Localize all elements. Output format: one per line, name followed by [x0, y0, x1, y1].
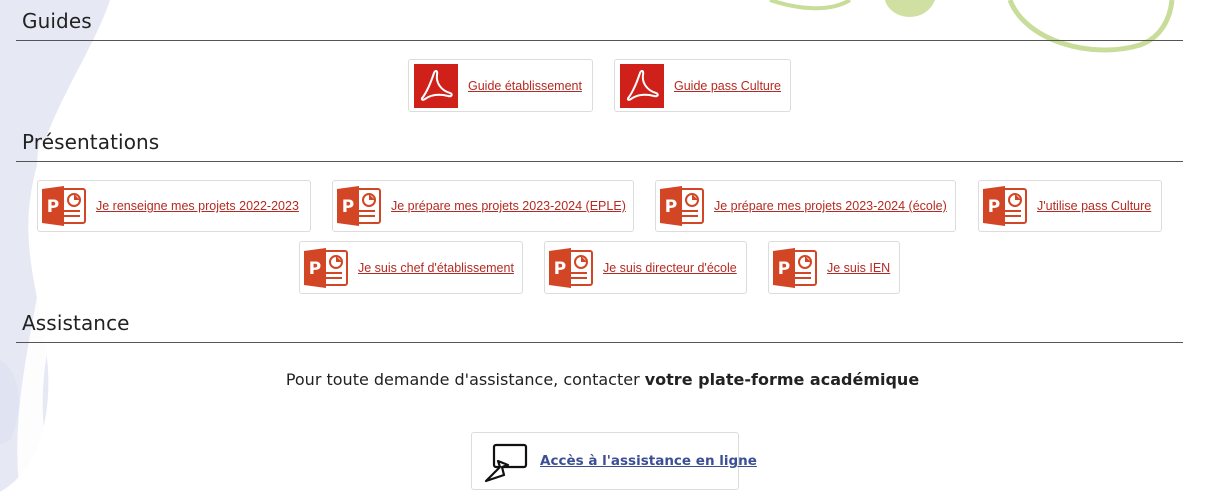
presentation-card-prepare-eple[interactable]: P Je prépare mes projets 2023-2024 (EPLE… [332, 180, 634, 232]
online-assistance-button[interactable]: Accès à l'assistance en ligne [471, 432, 757, 490]
powerpoint-icon: P [983, 186, 1027, 226]
assistance-message: Pour toute demande d'assistance, contact… [0, 370, 1205, 389]
online-assistance-link[interactable]: Accès à l'assistance en ligne [540, 453, 757, 469]
guide-card-etablissement[interactable]: Guide établissement [408, 59, 593, 112]
svg-text:P: P [778, 259, 790, 279]
presentation-link-chef-etablissement[interactable]: Je suis chef d'établissement [358, 261, 514, 275]
powerpoint-icon: P [42, 186, 86, 226]
svg-text:P: P [554, 259, 566, 279]
section-title-guides: Guides [22, 9, 92, 33]
presentation-card-renseigne[interactable]: P Je renseigne mes projets 2022-2023 [37, 180, 311, 232]
guide-link-pass-culture[interactable]: Guide pass Culture [674, 79, 781, 93]
section-divider [16, 161, 1183, 162]
presentation-link-utilise[interactable]: J'utilise pass Culture [1037, 199, 1151, 213]
section-title-presentations: Présentations [22, 130, 160, 154]
section-title-assistance: Assistance [22, 311, 130, 335]
section-divider [16, 40, 1183, 41]
assistance-message-prefix: Pour toute demande d'assistance, contact… [285, 370, 645, 389]
powerpoint-icon: P [660, 186, 704, 226]
pdf-icon [620, 63, 664, 108]
powerpoint-icon: P [304, 247, 348, 288]
presentation-card-utilise[interactable]: P J'utilise pass Culture [978, 180, 1162, 232]
svg-text:P: P [342, 197, 354, 217]
svg-text:P: P [309, 259, 321, 279]
presentation-link-prepare-ecole[interactable]: Je prépare mes projets 2023-2024 (école) [714, 199, 947, 213]
section-divider [16, 342, 1183, 343]
presentation-card-ien[interactable]: P Je suis IEN [768, 241, 900, 294]
assistance-platform-name: votre plate-forme académique [644, 370, 920, 389]
guide-link-etablissement[interactable]: Guide établissement [468, 79, 582, 93]
presentation-card-chef-etablissement[interactable]: P Je suis chef d'établissement [299, 241, 523, 294]
powerpoint-icon: P [549, 247, 593, 288]
presentation-card-prepare-ecole[interactable]: P Je prépare mes projets 2023-2024 (écol… [655, 180, 956, 232]
svg-text:P: P [47, 197, 59, 217]
svg-text:P: P [988, 197, 1000, 217]
pdf-icon [414, 63, 458, 108]
powerpoint-icon: P [773, 247, 817, 288]
guide-card-pass-culture[interactable]: Guide pass Culture [614, 59, 791, 112]
presentation-card-directeur-ecole[interactable]: P Je suis directeur d'école [544, 241, 747, 294]
presentation-link-renseigne[interactable]: Je renseigne mes projets 2022-2023 [96, 199, 299, 213]
presentation-link-directeur-ecole[interactable]: Je suis directeur d'école [603, 261, 737, 275]
screen-cursor-icon [484, 443, 528, 483]
presentation-link-prepare-eple[interactable]: Je prépare mes projets 2023-2024 (EPLE) [391, 199, 626, 213]
powerpoint-icon: P [337, 186, 381, 226]
presentation-link-ien[interactable]: Je suis IEN [827, 261, 890, 275]
svg-text:P: P [665, 197, 677, 217]
